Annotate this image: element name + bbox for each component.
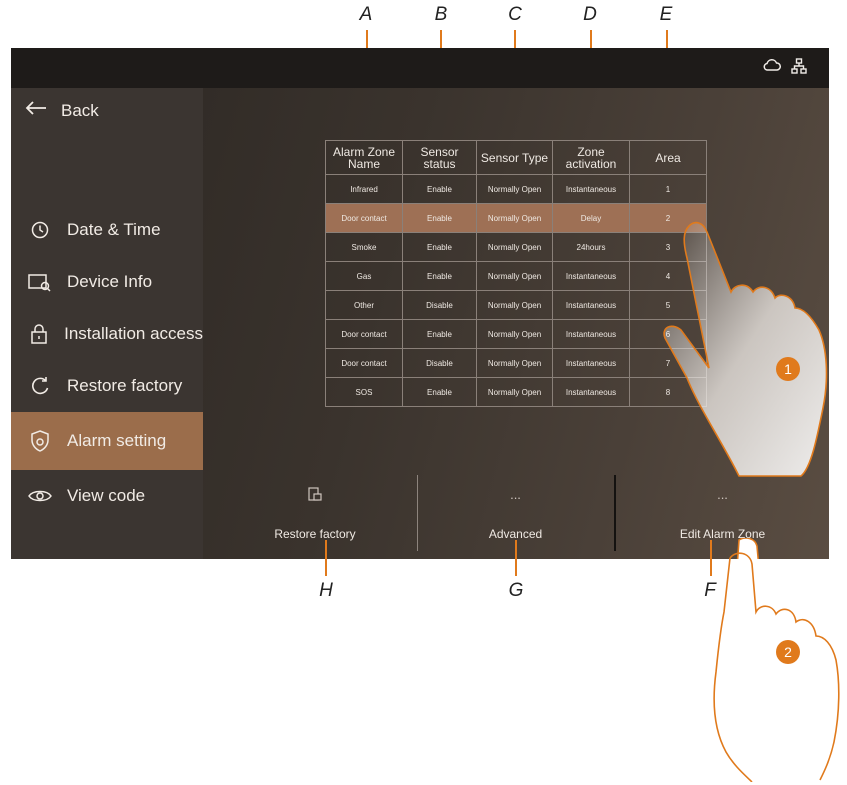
clock-icon — [23, 220, 57, 240]
cell-sensor-status: Disable — [402, 348, 477, 378]
column-header-zone-activation: Zone activation — [552, 140, 630, 175]
table-row[interactable]: Door contact Disable Normally Open Instanta… — [325, 348, 707, 378]
callout-d: D — [583, 4, 597, 25]
edit-alarm-zone-label: Edit Alarm Zone — [679, 527, 766, 541]
sidebar-item-label: View code — [67, 486, 146, 505]
cell-zone-name: Smoke — [325, 232, 403, 262]
cell-sensor-status: Enable — [402, 377, 477, 407]
cell-area: 1 — [629, 174, 707, 204]
cell-zone-activation: Instantaneous — [552, 377, 630, 407]
cell-sensor-type: Normally Open — [476, 203, 553, 233]
cell-zone-name: Door contact — [325, 348, 403, 378]
table-row[interactable]: Smoke Enable Normally Open 24hours 3 — [325, 232, 707, 262]
cell-sensor-type: Normally Open — [476, 261, 553, 291]
alarm-zone-table: Alarm Zone Name Sensor status Sensor Typ… — [325, 140, 707, 407]
cell-zone-activation: Instantaneous — [552, 319, 630, 349]
device-info-icon — [23, 272, 57, 292]
sidebar-item-date-time[interactable]: Date & Time — [11, 204, 203, 256]
sidebar-item-device-info[interactable]: Device Info — [11, 256, 203, 308]
callout-b: B — [434, 4, 448, 25]
cell-zone-name: Door contact — [325, 319, 403, 349]
step-badge-1: 1 — [776, 357, 800, 381]
cell-zone-activation: 24hours — [552, 232, 630, 262]
advanced-label: Advanced — [488, 527, 543, 541]
sidebar-item-label: Alarm setting — [67, 431, 167, 450]
cell-sensor-status: Enable — [402, 261, 477, 291]
table-row[interactable]: SOS Enable Normally Open Instantaneous 8 — [325, 377, 707, 407]
callout-line-f — [710, 540, 712, 576]
cell-sensor-status: Enable — [402, 203, 477, 233]
sidebar: Back Date & Time Device Info Installatio… — [11, 88, 203, 559]
sidebar-item-installation-access[interactable]: Installation access — [11, 308, 203, 360]
column-header-sensor-status: Sensor status — [402, 140, 477, 175]
restore-icon — [23, 376, 57, 396]
sidebar-item-view-code[interactable]: View code — [11, 470, 203, 522]
table-header-row: Alarm Zone Name Sensor status Sensor Typ… — [325, 140, 707, 175]
cell-sensor-type: Normally Open — [476, 290, 553, 320]
table-row-selected[interactable]: Door contact Enable Normally Open Delay 2 — [325, 203, 707, 233]
column-header-zone-name: Alarm Zone Name — [325, 140, 403, 175]
back-arrow-icon — [25, 100, 47, 121]
cell-zone-activation: Instantaneous — [552, 348, 630, 378]
cell-zone-name: SOS — [325, 377, 403, 407]
pointing-hand-1 — [663, 221, 828, 477]
step-badge-2: 2 — [776, 640, 800, 664]
callout-line-g — [515, 540, 517, 576]
cell-sensor-type: Normally Open — [476, 348, 553, 378]
cell-zone-name: Door contact — [325, 203, 403, 233]
cell-sensor-status: Enable — [402, 174, 477, 204]
table-row[interactable]: Door contact Enable Normally Open Instantan… — [325, 319, 707, 349]
callout-e: E — [659, 4, 673, 25]
cell-sensor-type: Normally Open — [476, 174, 553, 204]
callout-f: F — [704, 580, 716, 601]
lock-icon — [23, 323, 54, 345]
cell-zone-activation: Instantaneous — [552, 174, 630, 204]
more-dots-icon: ... — [717, 487, 728, 502]
restore-factory-label: Restore factory — [274, 527, 356, 541]
cell-zone-activation: Instantaneous — [552, 261, 630, 291]
callout-h: H — [319, 580, 333, 601]
callout-line-h — [325, 540, 327, 576]
cell-sensor-status: Enable — [402, 232, 477, 262]
cell-zone-name: Infrared — [325, 174, 403, 204]
sidebar-item-restore-factory[interactable]: Restore factory — [11, 360, 203, 412]
cell-sensor-status: Enable — [402, 319, 477, 349]
sidebar-item-alarm-setting[interactable]: Alarm setting — [11, 412, 203, 470]
sidebar-item-label: Installation access — [64, 324, 203, 343]
callout-a: A — [359, 4, 373, 25]
alarm-shield-icon — [23, 430, 57, 452]
cell-sensor-type: Normally Open — [476, 232, 553, 262]
callout-c: C — [508, 4, 522, 25]
cell-zone-activation: Delay — [552, 203, 630, 233]
sidebar-item-label: Device Info — [67, 272, 153, 291]
eye-icon — [23, 488, 57, 504]
more-dots-icon: ... — [510, 487, 521, 502]
callout-g: G — [508, 580, 524, 601]
back-label: Back — [61, 100, 99, 120]
cell-sensor-type: Normally Open — [476, 377, 553, 407]
table-row[interactable]: Other Disable Normally Open Instantaneous 5 — [325, 290, 707, 320]
cloud-icon — [763, 58, 781, 79]
cell-zone-name: Gas — [325, 261, 403, 291]
cell-zone-name: Other — [325, 290, 403, 320]
table-row[interactable]: Gas Enable Normally Open Instantaneous 4 — [325, 261, 707, 291]
sidebar-item-label: Restore factory — [67, 376, 183, 395]
restore-file-icon — [203, 487, 427, 504]
cell-zone-activation: Instantaneous — [552, 290, 630, 320]
cell-sensor-type: Normally Open — [476, 319, 553, 349]
column-header-area: Area — [629, 140, 707, 175]
cell-sensor-status: Disable — [402, 290, 477, 320]
back-button[interactable]: Back — [25, 100, 99, 121]
table-row[interactable]: Infrared Enable Normally Open Instantaneous… — [325, 174, 707, 204]
device-screen: Back Date & Time Device Info Installatio… — [11, 48, 829, 559]
edit-alarm-zone-button[interactable]: ... Edit Alarm Zone — [616, 467, 829, 559]
restore-factory-button[interactable]: Restore factory — [203, 467, 427, 559]
column-header-sensor-type: Sensor Type — [476, 140, 553, 175]
network-icon — [791, 58, 807, 79]
status-bar — [11, 48, 829, 88]
sidebar-item-label: Date & Time — [67, 220, 161, 239]
